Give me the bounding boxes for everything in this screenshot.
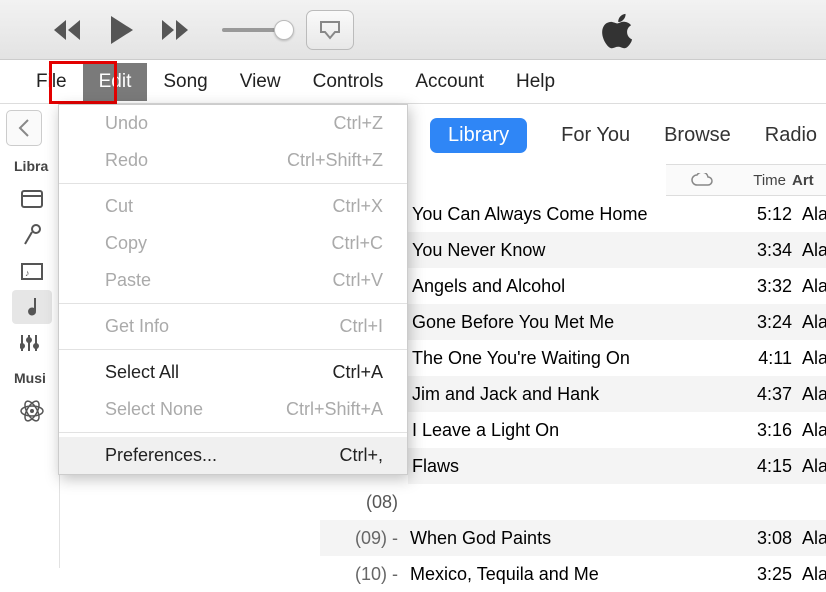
menu-cut[interactable]: CutCtrl+X (59, 188, 407, 225)
sidebar-library-header: Libra (0, 146, 59, 180)
track-title: You Can Always Come Home (408, 204, 738, 225)
table-row[interactable]: You Never Know3:34Ala (408, 232, 826, 268)
tab-library[interactable]: Library (430, 118, 527, 153)
track-title: Jim and Jack and Hank (408, 384, 738, 405)
menu-select-all[interactable]: Select AllCtrl+A (59, 354, 407, 391)
track-title: Mexico, Tequila and Me (406, 564, 738, 585)
menu-get-info[interactable]: Get InfoCtrl+I (59, 308, 407, 345)
track-number: (09) - (320, 528, 406, 549)
table-row[interactable]: You Can Always Come Home5:12Ala (408, 196, 826, 232)
table-row[interactable]: I Leave a Light On3:16Ala (408, 412, 826, 448)
track-artist: Ala (792, 312, 826, 333)
svg-text:♪: ♪ (25, 268, 30, 278)
track-time: 4:11 (738, 348, 792, 369)
track-time: 4:15 (738, 456, 792, 477)
track-time: 3:32 (738, 276, 792, 297)
menu-help[interactable]: Help (500, 63, 571, 101)
airplay-button[interactable] (306, 10, 354, 50)
menu-account[interactable]: Account (399, 63, 500, 101)
menu-paste[interactable]: PasteCtrl+V (59, 262, 407, 299)
track-time: 3:08 (738, 528, 792, 549)
menu-preferences[interactable]: Preferences...Ctrl+, (59, 437, 407, 474)
column-time[interactable]: Time (738, 172, 792, 189)
track-title: Gone Before You Met Me (408, 312, 738, 333)
track-number: (10) - (320, 564, 406, 585)
apple-logo-icon (600, 10, 636, 57)
table-row[interactable]: (09) -When God Paints3:08Ala (320, 520, 826, 556)
track-title: Angels and Alcohol (408, 276, 738, 297)
track-title: When God Paints (406, 528, 738, 549)
play-button[interactable] (104, 12, 140, 48)
track-time: 3:34 (738, 240, 792, 261)
menu-undo[interactable]: UndoCtrl+Z (59, 105, 407, 142)
table-row[interactable]: The One You're Waiting On4:11Ala (408, 340, 826, 376)
table-row[interactable]: Gone Before You Met Me3:24Ala (408, 304, 826, 340)
tab-browse[interactable]: Browse (664, 124, 731, 147)
track-time: 3:25 (738, 564, 792, 585)
recently-added-icon[interactable] (12, 182, 52, 216)
track-title: I Leave a Light On (408, 420, 738, 441)
track-time: 5:12 (738, 204, 792, 225)
track-artist: Ala (792, 240, 826, 261)
artists-icon[interactable] (12, 218, 52, 252)
player-toolbar (0, 0, 826, 60)
menu-song[interactable]: Song (147, 63, 223, 101)
track-artist: Ala (792, 456, 826, 477)
atom-icon[interactable] (12, 394, 52, 428)
column-artist[interactable]: Art (792, 172, 826, 189)
back-button[interactable] (6, 110, 42, 146)
track-artist: Ala (792, 204, 826, 225)
track-title: Flaws (408, 456, 738, 477)
menu-file[interactable]: File (20, 63, 83, 101)
menu-controls[interactable]: Controls (297, 63, 400, 101)
menu-select-none[interactable]: Select NoneCtrl+Shift+A (59, 391, 407, 428)
table-row[interactable]: (08) (320, 484, 826, 520)
track-title: You Never Know (408, 240, 738, 261)
menubar: File Edit Song View Controls Account Hel… (0, 60, 826, 104)
tab-radio[interactable]: Radio (765, 124, 817, 147)
table-row[interactable]: Angels and Alcohol3:32Ala (408, 268, 826, 304)
sidebar-music-header: Musi (0, 362, 59, 392)
track-title: The One You're Waiting On (408, 348, 738, 369)
cloud-column-icon[interactable] (666, 173, 738, 187)
track-artist: Ala (792, 384, 826, 405)
albums-icon[interactable]: ♪ (12, 254, 52, 288)
track-list-lower: (08) (09) -When God Paints3:08Ala(10) -M… (320, 484, 826, 592)
track-artist: Ala (792, 564, 826, 585)
left-sidebar: Libra ♪ Musi (0, 104, 60, 568)
playback-controls (10, 12, 194, 48)
track-artist: Ala (792, 276, 826, 297)
volume-slider[interactable] (222, 28, 284, 32)
track-list: You Can Always Come Home5:12AlaYou Never… (408, 196, 826, 484)
next-button[interactable] (158, 12, 194, 48)
menu-copy[interactable]: CopyCtrl+C (59, 225, 407, 262)
table-row[interactable]: Flaws4:15Ala (408, 448, 826, 484)
track-time: 3:24 (738, 312, 792, 333)
previous-button[interactable] (50, 12, 86, 48)
edit-dropdown-menu: UndoCtrl+Z RedoCtrl+Shift+Z CutCtrl+X Co… (58, 104, 408, 475)
genres-icon[interactable] (12, 326, 52, 360)
track-artist: Ala (792, 528, 826, 549)
menu-redo[interactable]: RedoCtrl+Shift+Z (59, 142, 407, 179)
table-row[interactable]: Jim and Jack and Hank4:37Ala (408, 376, 826, 412)
songs-icon[interactable] (12, 290, 52, 324)
track-time: 4:37 (738, 384, 792, 405)
menu-view[interactable]: View (224, 63, 297, 101)
menu-edit[interactable]: Edit (83, 63, 148, 101)
table-header: Time Art (666, 164, 826, 196)
track-time: 3:16 (738, 420, 792, 441)
track-number: (08) (320, 492, 406, 513)
track-artist: Ala (792, 348, 826, 369)
table-row[interactable]: (10) -Mexico, Tequila and Me3:25Ala (320, 556, 826, 592)
track-artist: Ala (792, 420, 826, 441)
tab-for-you[interactable]: For You (561, 124, 630, 147)
